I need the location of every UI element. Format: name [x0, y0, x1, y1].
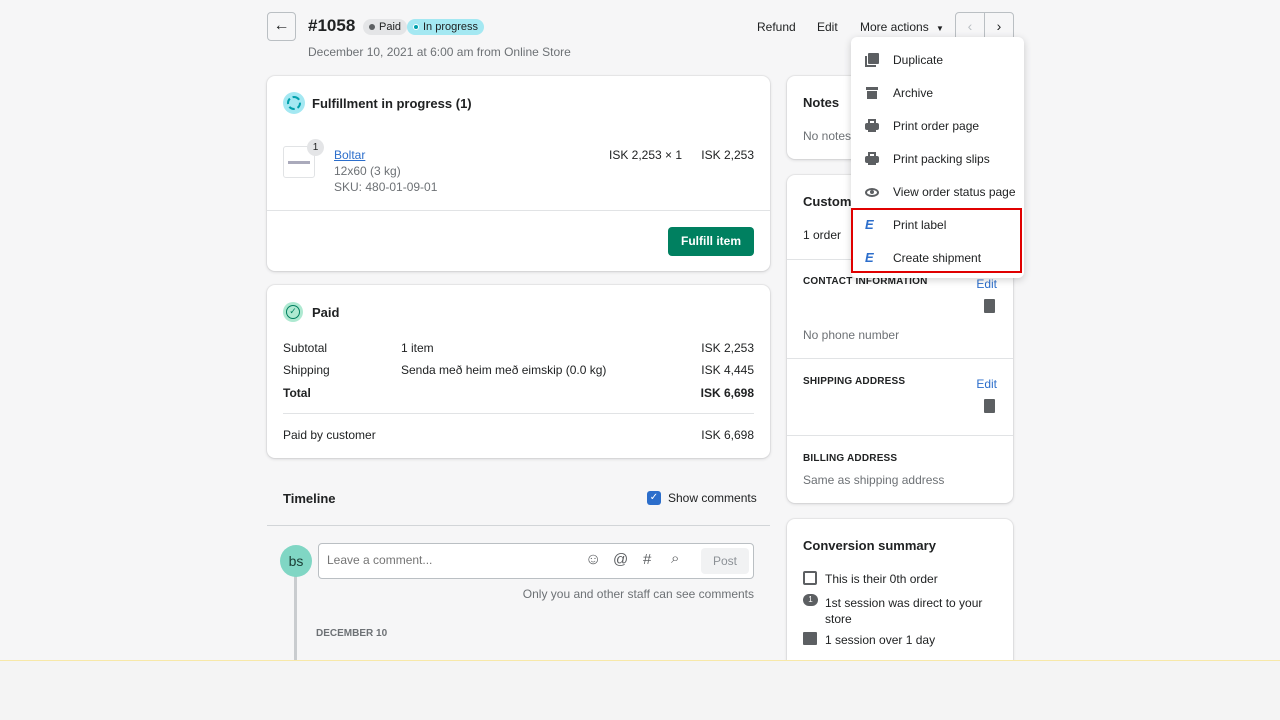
product-variant: 12x60 (3 kg) [334, 164, 401, 178]
quantity-badge: 1 [307, 139, 324, 156]
line-total: ISK 2,253 [701, 148, 754, 162]
chevron-right-icon: › [996, 18, 1002, 34]
subtotal-row: Subtotal 1 item ISK 2,253 [283, 341, 754, 355]
mention-icon[interactable]: @ [613, 551, 628, 568]
menu-item-duplicate[interactable]: Duplicate [851, 43, 1024, 76]
show-comments-toggle[interactable]: ✓ Show comments [647, 491, 757, 505]
conversion-item: This is their 0th order [825, 572, 938, 586]
row-label: Paid by customer [283, 428, 376, 442]
shipping-row: Shipping Senda með heim með eimskip (0.0 … [283, 363, 754, 377]
hashtag-icon[interactable]: # [643, 551, 651, 568]
conversion-card: Conversion summary This is their 0th ord… [787, 519, 1013, 679]
edit-button[interactable]: Edit [817, 20, 838, 34]
printer-icon [865, 118, 879, 133]
row-label: Subtotal [283, 341, 328, 355]
fulfillment-progress-icon [283, 92, 305, 114]
customer-orders: 1 order [803, 228, 842, 242]
row-amount: ISK 2,253 [701, 341, 754, 355]
order-title: #1058 [308, 16, 356, 35]
notes-text: No notes [803, 129, 852, 143]
row-amount: ISK 4,445 [701, 363, 754, 377]
product-link[interactable]: Boltar [334, 148, 365, 162]
comment-box: ☺ @ # ⌕ Post [318, 543, 754, 579]
badge-label: In progress [423, 21, 479, 33]
order-return-icon [803, 571, 817, 585]
more-actions-button[interactable]: More actions ▼ [860, 20, 944, 34]
contact-edit-link[interactable]: Edit [976, 277, 997, 291]
unit-price: ISK 2,253 × 1 [609, 148, 683, 162]
comment-hint: Only you and other staff can see comment… [522, 587, 754, 601]
eye-icon [865, 185, 879, 199]
arrow-left-icon: ← [273, 17, 290, 34]
more-actions-dropdown: Duplicate Archive Print order page Print… [851, 37, 1024, 278]
badge-label: Paid [379, 21, 402, 33]
timeline-title: Timeline [283, 491, 336, 506]
row-label: Shipping [283, 363, 330, 377]
paid-by-customer-row: Paid by customer ISK 6,698 [283, 428, 754, 442]
row-desc: Senda með heim með eimskip (0.0 kg) [401, 363, 607, 377]
fulfill-item-button[interactable]: Fulfill item [668, 227, 754, 256]
menu-item-label: Print packing slips [893, 151, 990, 166]
fulfillment-title: Fulfillment in progress (1) [312, 96, 472, 111]
archive-icon [865, 86, 879, 100]
in-progress-badge: In progress [407, 19, 485, 35]
payment-card: ✓ Paid Subtotal 1 item ISK 2,253 Shipping S… [267, 285, 770, 458]
payment-title: Paid [312, 305, 340, 320]
refund-button[interactable]: Refund [757, 20, 796, 34]
show-comments-label: Show comments [668, 491, 757, 505]
billing-text: Same as shipping address [803, 473, 945, 487]
paid-badge: Paid [363, 19, 408, 35]
session-number-icon: 1 [803, 594, 818, 606]
emoji-icon[interactable]: ☺ [585, 551, 601, 569]
menu-item-print-order-page[interactable]: Print order page [851, 109, 1024, 142]
product-sku: SKU: 480-01-09-01 [334, 180, 438, 194]
menu-item-label: Duplicate [893, 52, 944, 67]
highlight-box [851, 208, 1022, 273]
conversion-item: 1 session over 1 day [825, 633, 936, 647]
attachment-icon[interactable]: ⌕ [671, 550, 679, 567]
clipboard-icon[interactable] [984, 399, 995, 413]
chart-board-icon [803, 632, 817, 645]
checkbox-checked-icon[interactable]: ✓ [647, 491, 661, 505]
row-label: Total [283, 386, 311, 400]
caret-down-icon: ▼ [936, 24, 944, 33]
billing-address-title: BILLING ADDRESS [803, 453, 898, 464]
footer-band [0, 660, 1280, 720]
fulfillment-card: Fulfillment in progress (1) 1 Boltar 12x… [267, 76, 770, 271]
menu-item-label: Archive [893, 85, 934, 100]
menu-item-print-packing-slips[interactable]: Print packing slips [851, 142, 1024, 175]
comment-input[interactable] [327, 553, 577, 567]
menu-item-label: View order status page [893, 184, 1016, 199]
shipping-edit-link[interactable]: Edit [976, 377, 997, 391]
notes-title: Notes [803, 95, 840, 110]
menu-item-archive[interactable]: Archive [851, 76, 1024, 109]
printer-icon [865, 151, 879, 166]
order-subtitle: December 10, 2021 at 6:00 am from Online… [308, 45, 571, 59]
row-amount: ISK 6,698 [700, 386, 754, 400]
back-button[interactable]: ← [267, 12, 296, 41]
row-amount: ISK 6,698 [701, 428, 754, 442]
post-button[interactable]: Post [701, 548, 749, 574]
paid-check-icon: ✓ [283, 302, 303, 322]
total-row: Total ISK 6,698 [283, 386, 754, 400]
menu-item-label: Print order page [893, 118, 980, 133]
conversion-title: Conversion summary [803, 538, 936, 553]
conversion-item: 1st session was direct to your store [825, 596, 983, 626]
avatar: bs [280, 545, 312, 577]
clipboard-icon[interactable] [984, 299, 995, 313]
shipping-address-title: SHIPPING ADDRESS [803, 376, 906, 387]
chevron-left-icon: ‹ [967, 18, 973, 34]
duplicate-icon [865, 52, 879, 67]
phone-text: No phone number [803, 328, 900, 342]
row-desc: 1 item [401, 341, 434, 355]
timeline-date: DECEMBER 10 [316, 628, 388, 639]
menu-item-view-order-status[interactable]: View order status page [851, 175, 1024, 208]
more-actions-label: More actions [860, 20, 929, 34]
